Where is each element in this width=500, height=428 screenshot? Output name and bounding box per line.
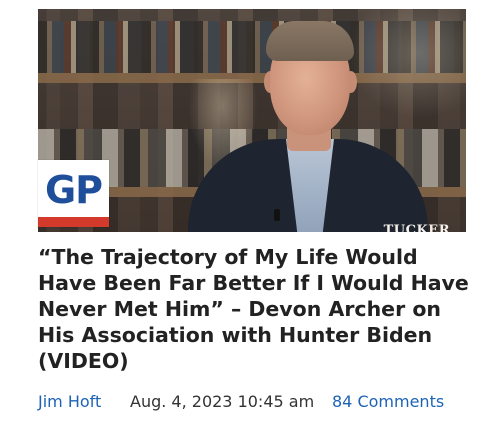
article-card: TUCKER GP “The Trajectory of My Life Wou… [0, 0, 500, 428]
article-meta: Jim Hoft Aug. 4, 2023 10:45 am 84 Commen… [38, 391, 478, 413]
comments-link[interactable]: 84 Comments [332, 391, 444, 413]
publish-date: Aug. 4, 2023 10:45 am [130, 392, 315, 411]
site-logo: GP [38, 160, 109, 227]
interviewee-figure [188, 9, 428, 232]
logo-red-bar [38, 217, 109, 227]
author-link[interactable]: Jim Hoft [38, 391, 101, 413]
video-watermark: TUCKER [383, 223, 450, 232]
lapel-mic [274, 209, 280, 221]
logo-letters: GP [44, 168, 103, 212]
hair [266, 21, 354, 61]
article-headline[interactable]: “The Trajectory of My Life Would Have Be… [38, 244, 470, 374]
